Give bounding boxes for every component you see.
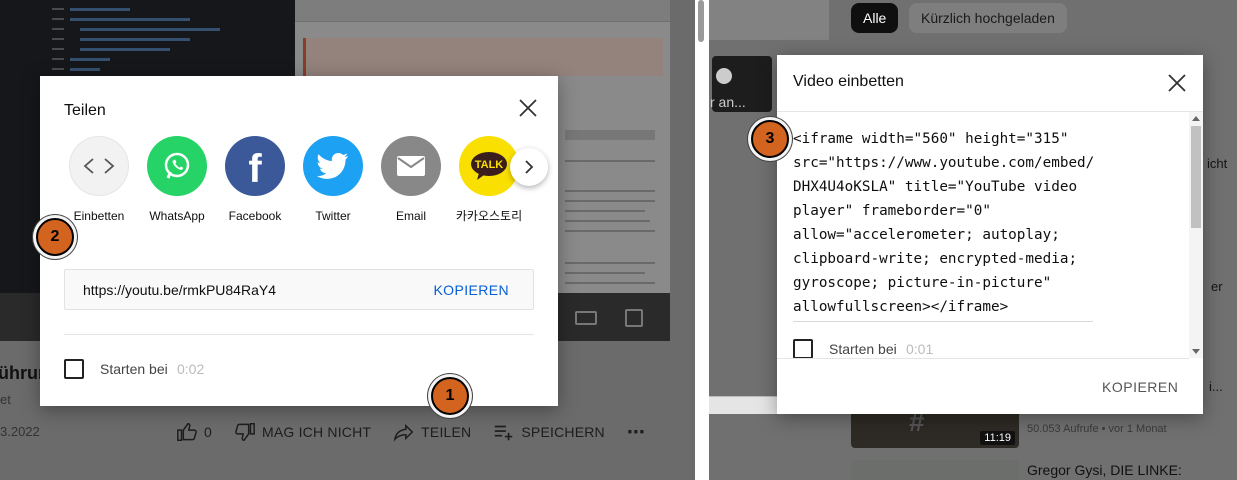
share-dialog-title: Teilen [64, 102, 106, 119]
recommended-video-meta: 50.053 Aufrufe • vor 1 Monat [1027, 423, 1167, 435]
share-option-label: Twitter [315, 209, 351, 223]
annotation-marker-2: 2 [36, 218, 74, 256]
thumbs-up-icon [177, 423, 197, 441]
embed-start-at-checkbox[interactable] [793, 339, 813, 359]
thumbnail-text-fragment: r an... [710, 94, 746, 110]
share-option-label: Email [395, 209, 426, 223]
scrollbar-thumb[interactable] [698, 0, 704, 42]
embed-dialog: Video einbetten <iframe width="560" heig… [777, 55, 1203, 414]
embed-code-underline [793, 321, 1093, 322]
share-option-label: 카카오스토리 [455, 209, 523, 223]
share-option-label: Facebook [228, 209, 282, 223]
share-arrow-icon [393, 423, 414, 442]
share-option-whatsapp[interactable]: WhatsApp [142, 136, 212, 225]
embed-scrollbar[interactable] [1189, 112, 1203, 358]
scrollbar-thumb[interactable] [1191, 126, 1201, 228]
embed-footer-divider [777, 358, 1189, 359]
twitter-icon [303, 136, 363, 196]
annotation-marker-1: 1 [431, 377, 469, 415]
recommended-video-thumbnail[interactable] [851, 460, 1019, 480]
video-duration: 11:19 [980, 431, 1015, 445]
embed-dialog-title: Video einbetten [793, 73, 904, 90]
share-option-facebook[interactable]: f Facebook [220, 136, 290, 225]
share-option-kakaostory[interactable]: TALK 카카오스토리 [454, 136, 524, 225]
fullscreen-icon[interactable] [625, 309, 643, 327]
embed-code-textarea[interactable]: <iframe width="560" height="315" src="ht… [793, 127, 1094, 319]
share-divider [64, 334, 534, 335]
share-scroll-next-button[interactable] [510, 148, 548, 186]
background-taskbar [709, 396, 777, 414]
share-dialog: Teilen Einbetten WhatsApp f Facebook Twi… [40, 76, 558, 406]
share-url-field[interactable]: https://youtu.be/rmkPU84RaY4 KOPIEREN [64, 269, 534, 310]
share-option-label: WhatsApp [149, 209, 205, 223]
embed-start-at-label: Starten bei [829, 341, 897, 357]
upload-date-fragment: 3.2022 [0, 424, 40, 439]
side-title-fragment: i... [1209, 379, 1223, 394]
screenshot-stage: ührun et 3.2022 0 MAG ICH NICHT TEILEN S… [0, 0, 1237, 480]
chevron-right-icon [525, 160, 534, 174]
side-title-fragment: er [1211, 279, 1223, 294]
whatsapp-icon [147, 136, 207, 196]
like-count: 0 [204, 424, 212, 440]
video-actions-bar: 0 MAG ICH NICHT TEILEN SPEICHERN ⋯ [176, 420, 667, 444]
side-title-fragment: icht [1207, 156, 1228, 171]
pane-divider [695, 0, 709, 480]
share-start-at-checkbox[interactable] [64, 359, 84, 379]
save-label: SPEICHERN [521, 424, 605, 440]
more-actions-button[interactable]: ⋯ [627, 422, 645, 443]
left-youtube-pane: ührun et 3.2022 0 MAG ICH NICHT TEILEN S… [0, 0, 695, 480]
clock-icon [716, 68, 732, 84]
share-option-twitter[interactable]: Twitter [298, 136, 368, 225]
share-option-email[interactable]: Email [376, 136, 446, 225]
recommended-video-title[interactable]: Gregor Gysi, DIE LINKE: [1027, 462, 1182, 478]
share-close-button[interactable] [514, 94, 542, 122]
embed-header-divider [777, 111, 1203, 112]
share-button[interactable]: TEILEN [393, 421, 471, 443]
email-icon [381, 136, 441, 196]
channel-fragment: et [0, 392, 11, 407]
embed-code-icon [69, 136, 129, 196]
share-url-text: https://youtu.be/rmkPU84RaY4 [83, 282, 276, 298]
right-youtube-pane: Alle Kürzlich hochgeladen r an... icht e… [709, 0, 1237, 480]
more-dots-icon: ⋯ [626, 421, 646, 442]
background-topbar [709, 0, 829, 40]
theater-mode-icon[interactable] [575, 311, 597, 325]
embed-copy-button[interactable]: KOPIEREN [1102, 379, 1178, 395]
chip-recently-uploaded[interactable]: Kürzlich hochgeladen [909, 3, 1067, 33]
share-start-at-label: Starten bei [100, 361, 168, 377]
background-video-thumbnail: r an... [710, 56, 772, 112]
share-option-label: Einbetten [73, 209, 125, 223]
svg-text:TALK: TALK [475, 159, 504, 171]
like-button[interactable]: 0 [176, 421, 212, 443]
scroll-up-arrow-icon[interactable] [1192, 116, 1200, 121]
scroll-down-arrow-icon[interactable] [1192, 349, 1200, 354]
dislike-button[interactable]: MAG ICH NICHT [234, 421, 371, 443]
save-button[interactable]: SPEICHERN [493, 421, 605, 443]
share-option-embed[interactable]: Einbetten [64, 136, 134, 225]
close-icon [1168, 74, 1186, 92]
embed-close-button[interactable] [1163, 69, 1191, 97]
share-label: TEILEN [421, 424, 472, 440]
thumbs-down-icon [235, 423, 255, 441]
dislike-label: MAG ICH NICHT [262, 424, 372, 440]
annotation-marker-3: 3 [751, 120, 789, 158]
close-icon [519, 99, 537, 117]
share-options-row: Einbetten WhatsApp f Facebook Twitter Em… [66, 136, 532, 256]
embed-start-at-time[interactable]: 0:01 [906, 341, 933, 357]
facebook-icon: f [225, 136, 285, 196]
playlist-add-icon [495, 425, 513, 441]
share-copy-button[interactable]: KOPIEREN [433, 282, 509, 298]
share-start-at-time[interactable]: 0:02 [177, 361, 204, 377]
chip-all[interactable]: Alle [851, 3, 899, 33]
